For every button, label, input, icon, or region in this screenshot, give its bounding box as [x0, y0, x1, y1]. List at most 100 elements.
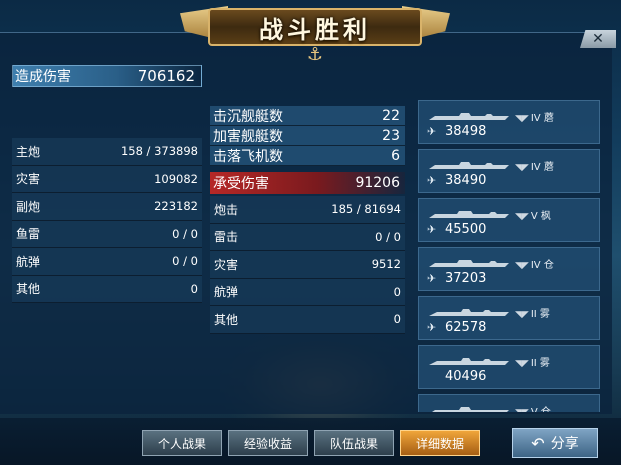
ship-class-icon: ◥◤	[515, 212, 529, 222]
ship-class-icon: ◥◤	[515, 163, 529, 173]
dealt-value: 223182	[154, 199, 198, 214]
dealt-row-main-gun: 主炮 158 / 373898	[12, 138, 202, 166]
aircraft-icon: ✈	[427, 174, 437, 187]
aircraft-icon: ✈	[427, 125, 437, 138]
dealt-value: 0 / 0	[172, 226, 198, 241]
dealt-row-bomb: 航弹 0 / 0	[12, 248, 202, 276]
taken-row-torpedo: 雷击 0 / 0	[210, 223, 405, 251]
summary-row-planes: 击落飞机数 6	[210, 146, 405, 166]
ship-silhouette-icon	[429, 309, 509, 316]
taken-label: 其他	[214, 312, 239, 327]
ship-damage: 45500	[445, 222, 487, 237]
ship-damage: 38490	[445, 173, 487, 188]
tab-personal-results[interactable]: 个人战果	[142, 430, 222, 456]
taken-row-other: 其他 0	[210, 306, 405, 334]
damage-taken-label: 承受伤害	[213, 176, 269, 192]
damage-dealt-value: 706162	[137, 67, 195, 85]
dealt-label: 主炮	[16, 144, 41, 159]
banner-plate: 战斗胜利	[208, 8, 422, 46]
dealt-row-other: 其他 0	[12, 275, 202, 303]
dealt-value: 0 / 0	[172, 254, 198, 269]
ship-class-icon: ◥◤	[515, 408, 529, 412]
ship-damage: 37203	[445, 271, 487, 286]
summary-row-sunk: 击沉舰艇数 22	[210, 106, 405, 126]
ship-tier: ◥◤V 仓	[515, 403, 551, 412]
dealt-label: 灾害	[16, 172, 41, 187]
ship-card[interactable]: ◥◤V 仓	[418, 394, 600, 412]
ship-card[interactable]: ◥◤ II 雾 40496	[418, 345, 600, 389]
taken-value: 0	[393, 312, 401, 327]
taken-label: 雷击	[214, 230, 239, 245]
taken-label: 灾害	[214, 257, 239, 272]
taken-value: 9512	[371, 257, 401, 272]
dealt-label: 副炮	[16, 199, 41, 214]
taken-row-shelling: 炮击 185 / 81694	[210, 196, 405, 224]
aircraft-icon: ✈	[427, 272, 437, 285]
kill-summary: 击沉舰艇数 22 加害舰艇数 23 击落飞机数 6	[210, 106, 405, 166]
ship-card[interactable]: ◥◤ IV 仓 ✈ 37203	[418, 247, 600, 291]
share-arrow-icon: ↶	[531, 433, 545, 453]
dealt-row-disaster: 灾害 109082	[12, 165, 202, 193]
ship-silhouette-icon	[429, 211, 509, 218]
ship-silhouette-icon	[429, 260, 509, 267]
tab-detailed-data[interactable]: 详细数据	[400, 430, 480, 456]
damage-taken-value: 91206	[355, 175, 400, 191]
ship-tier: ◥◤ IV 仓	[515, 260, 554, 271]
summary-label: 击落飞机数	[213, 148, 283, 165]
ship-class-icon: ◥◤	[515, 261, 529, 271]
summary-row-damaged: 加害舰艇数 23	[210, 126, 405, 146]
result-tabs: 个人战果 经验收益 队伍战果 详细数据	[142, 430, 480, 456]
share-button[interactable]: ↶ 分享	[512, 428, 598, 458]
close-button[interactable]: ✕	[580, 30, 616, 48]
ship-card[interactable]: ◥◤ V 枫 ✈ 45500	[418, 198, 600, 242]
ship-list[interactable]: ◥◤ IV 蘑 ✈ 38498 ◥◤ IV 蘑 ✈ 38490 ◥◤ V 枫 ✈ 45…	[418, 100, 600, 412]
taken-value: 0 / 0	[375, 229, 401, 244]
ship-card[interactable]: ◥◤ II 雾 ✈ 62578	[418, 296, 600, 340]
banner-title: 战斗胜利	[259, 14, 371, 44]
ship-silhouette-icon	[429, 358, 509, 365]
summary-label: 击沉舰艇数	[213, 108, 283, 125]
taken-value: 185 / 81694	[331, 202, 401, 217]
damage-dealt-header: 造成伤害 706162	[12, 65, 202, 87]
dealt-value: 109082	[154, 171, 198, 186]
ship-card[interactable]: ◥◤ IV 蘑 ✈ 38490	[418, 149, 600, 193]
ship-class-icon: ◥◤	[515, 114, 529, 124]
ship-silhouette-icon	[432, 407, 509, 412]
anchor-icon: ⚓	[306, 44, 324, 65]
aircraft-icon: ✈	[427, 321, 437, 334]
dealt-value: 158 / 373898	[120, 144, 198, 159]
ship-silhouette-icon	[429, 113, 509, 120]
dealt-row-secondary: 副炮 223182	[12, 193, 202, 221]
dealt-label: 其他	[16, 282, 41, 297]
damage-dealt-breakdown: 主炮 158 / 373898 灾害 109082 副炮 223182 鱼雷 0…	[12, 138, 202, 303]
taken-label: 航弹	[214, 285, 239, 300]
tab-experience[interactable]: 经验收益	[228, 430, 308, 456]
damage-taken-header: 承受伤害 91206	[210, 172, 405, 194]
aircraft-icon: ✈	[427, 223, 437, 236]
ship-damage: 62578	[445, 320, 487, 335]
ship-card[interactable]: ◥◤ IV 蘑 ✈ 38498	[418, 100, 600, 144]
taken-row-bomb: 航弹 0	[210, 278, 405, 306]
ship-tier: ◥◤ V 枫	[515, 211, 551, 222]
ship-tier: ◥◤ II 雾	[515, 309, 550, 320]
ship-class-icon: ◥◤	[515, 359, 529, 369]
share-label: 分享	[550, 436, 579, 452]
summary-value: 6	[391, 147, 400, 164]
taken-label: 炮击	[214, 202, 239, 217]
ship-tier: ◥◤ IV 蘑	[515, 162, 554, 173]
damage-taken-breakdown: 炮击 185 / 81694 雷击 0 / 0 灾害 9512 航弹 0 其他 …	[210, 196, 405, 334]
dealt-value: 0	[190, 281, 198, 296]
ship-class-icon: ◥◤	[515, 310, 529, 320]
dealt-row-torpedo: 鱼雷 0 / 0	[12, 220, 202, 248]
victory-banner: 战斗胜利 ⚓	[180, 0, 450, 65]
ship-damage: 38498	[445, 124, 487, 139]
ship-tier: ◥◤ IV 蘑	[515, 113, 554, 124]
ship-silhouette-icon	[429, 162, 509, 169]
dealt-label: 鱼雷	[16, 227, 41, 242]
damage-dealt-label: 造成伤害	[15, 69, 71, 85]
summary-label: 加害舰艇数	[213, 128, 283, 145]
summary-value: 23	[382, 127, 400, 144]
tab-team-results[interactable]: 队伍战果	[314, 430, 394, 456]
ship-damage: 40496	[445, 369, 487, 384]
ship-tier: ◥◤ II 雾	[515, 358, 550, 369]
